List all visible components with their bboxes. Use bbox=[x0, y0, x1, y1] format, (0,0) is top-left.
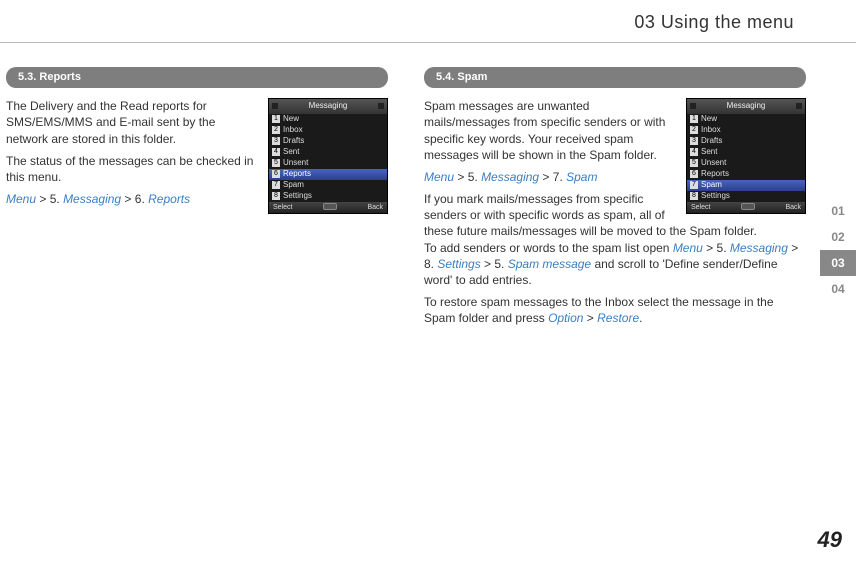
phone-menu-item: 3Drafts bbox=[269, 136, 387, 147]
phone-title: Messaging bbox=[687, 99, 805, 114]
phone-screenshot-reports: Messaging1New2Inbox3Drafts4Sent5Unsent6R… bbox=[268, 98, 388, 214]
nav-link: Messaging bbox=[730, 241, 788, 255]
chapter-tab-02[interactable]: 02 bbox=[820, 224, 856, 250]
phone-softkeys: SelectBack bbox=[687, 202, 805, 213]
nav-link: Menu bbox=[6, 192, 36, 206]
phone-menu-item: 5Unsent bbox=[269, 158, 387, 169]
phone-menu-item: 5Unsent bbox=[687, 158, 805, 169]
chapter-tab-03[interactable]: 03 bbox=[820, 250, 856, 276]
nav-link: Reports bbox=[148, 192, 190, 206]
page-number: 49 bbox=[818, 525, 842, 555]
phone-menu-item: 7Spam bbox=[269, 180, 387, 191]
chapter-tab-04[interactable]: 04 bbox=[820, 276, 856, 302]
nav-link: Messaging bbox=[481, 170, 539, 184]
nav-link: Messaging bbox=[63, 192, 121, 206]
nav-link: Spam bbox=[566, 170, 597, 184]
phone-menu-item: 6Reports bbox=[687, 169, 805, 180]
chapter-tab-01[interactable]: 01 bbox=[820, 198, 856, 224]
phone-screenshot-spam: Messaging1New2Inbox3Drafts4Sent5Unsent6R… bbox=[686, 98, 806, 214]
nav-link: Option bbox=[548, 311, 583, 325]
phone-menu-item: 2Inbox bbox=[687, 125, 805, 136]
phone-menu-item: 6Reports bbox=[269, 169, 387, 180]
phone-title: Messaging bbox=[269, 99, 387, 114]
phone-menu-item: 2Inbox bbox=[269, 125, 387, 136]
chapter-tabs: 01020304 bbox=[820, 198, 856, 302]
nav-link: Restore bbox=[597, 311, 639, 325]
nav-link: Settings bbox=[437, 257, 480, 271]
nav-link: Menu bbox=[673, 241, 703, 255]
phone-softkeys: SelectBack bbox=[269, 202, 387, 213]
section-heading-spam: 5.4. Spam bbox=[424, 67, 806, 88]
phone-menu-item: 4Sent bbox=[269, 147, 387, 158]
phone-menu-item: 8Settings bbox=[687, 191, 805, 202]
phone-menu-item: 8Settings bbox=[269, 191, 387, 202]
section-heading-reports: 5.3. Reports bbox=[6, 67, 388, 88]
nav-link: Menu bbox=[424, 170, 454, 184]
phone-menu-item: 3Drafts bbox=[687, 136, 805, 147]
page-title: 03 Using the menu bbox=[634, 12, 794, 32]
phone-menu-item: 1New bbox=[687, 114, 805, 125]
phone-menu-item: 7Spam bbox=[687, 180, 805, 191]
paragraph: To restore spam messages to the Inbox se… bbox=[424, 294, 806, 326]
phone-menu-item: 4Sent bbox=[687, 147, 805, 158]
nav-link: Spam message bbox=[508, 257, 591, 271]
phone-menu-item: 1New bbox=[269, 114, 387, 125]
